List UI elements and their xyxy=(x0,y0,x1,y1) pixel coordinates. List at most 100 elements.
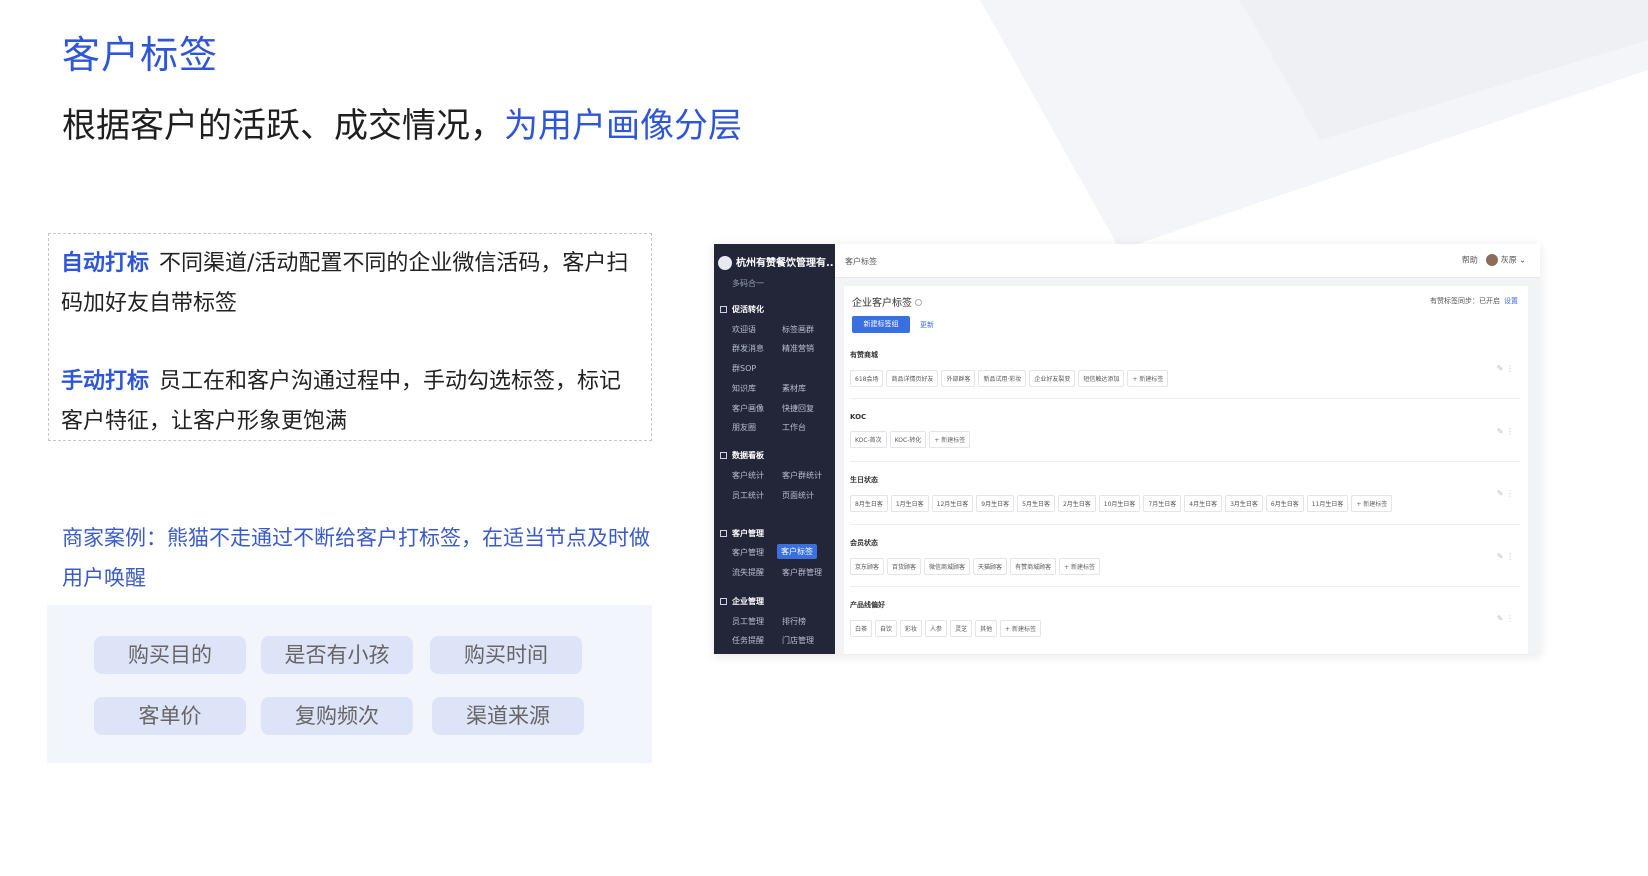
brand-subtitle: 多码合一 xyxy=(732,279,764,288)
group-actions: ✎ ⋮ xyxy=(1497,427,1514,436)
new-tag-group-button[interactable]: 新建标签组 xyxy=(852,316,910,333)
tag-item[interactable]: 自饮 xyxy=(875,620,898,637)
sidebar-item[interactable]: 客户群管理 xyxy=(782,567,822,578)
section-icon xyxy=(720,530,727,537)
subtitle-main: 根据客户的活跃、成交情况， xyxy=(62,106,504,146)
edit-icon[interactable]: ✎ xyxy=(1497,552,1504,561)
sidebar-item[interactable]: 门店管理 xyxy=(782,635,814,646)
edit-icon[interactable]: ✎ xyxy=(1497,489,1504,498)
tag-item[interactable]: 短信触达添加 xyxy=(1078,370,1125,387)
tag-item[interactable]: 人参 xyxy=(925,620,948,637)
brand-name: 杭州有赞餐饮管理有... xyxy=(736,258,834,269)
avatar[interactable] xyxy=(1485,254,1498,266)
sync-settings-link[interactable]: 设置 xyxy=(1504,297,1518,305)
tag-item[interactable]: 10月生日客 xyxy=(1098,495,1141,512)
sidebar-item-customer-tags[interactable]: 客户标签 xyxy=(777,544,817,559)
tag-item[interactable]: 京东顾客 xyxy=(850,558,885,575)
sidebar-item[interactable]: 知识库 xyxy=(732,383,756,394)
subtitle-highlight: 为用户画像分层 xyxy=(504,106,742,146)
tag-item[interactable]: 1月生日客 xyxy=(890,495,929,512)
tag-item[interactable]: 9月生日客 xyxy=(976,495,1015,512)
auto-tagging-label: 自动打标 xyxy=(61,251,150,276)
sidebar-item[interactable]: 客户管理 xyxy=(732,547,764,558)
edit-icon[interactable]: ✎ xyxy=(1497,427,1504,436)
sidebar-item[interactable]: 页面统计 xyxy=(782,490,814,501)
tag-item[interactable]: 4月生日客 xyxy=(1184,495,1223,512)
drag-handle-icon[interactable]: ⋮ xyxy=(1506,614,1514,623)
edit-icon[interactable]: ✎ xyxy=(1497,364,1504,373)
tag-example-panel: 购买目的 是否有小孩 购买时间 客单价 复购频次 渠道来源 xyxy=(47,605,652,763)
add-tag-button[interactable]: + 新建标签 xyxy=(1351,495,1393,512)
drag-handle-icon[interactable]: ⋮ xyxy=(1506,552,1514,561)
tag-item[interactable]: 天猫顾客 xyxy=(973,558,1008,575)
help-link[interactable]: 帮助 xyxy=(1462,256,1478,265)
tag-item[interactable]: 3月生日客 xyxy=(1225,495,1263,512)
sidebar-item[interactable]: 流失提醒 xyxy=(732,567,764,578)
tag-item[interactable]: 618会场 xyxy=(850,370,884,387)
divider xyxy=(850,461,1520,462)
tag-item[interactable]: 7月生日客 xyxy=(1143,495,1182,512)
tag-item[interactable]: 2月生日客 xyxy=(1057,495,1096,512)
tag-item[interactable]: 6月生日客 xyxy=(1265,495,1304,512)
sidebar-item[interactable]: 欢迎语 xyxy=(732,324,756,335)
tag-item[interactable]: 白茶 xyxy=(850,620,873,637)
edit-icon[interactable]: ✎ xyxy=(1497,614,1504,623)
sidebar-item[interactable]: 排行榜 xyxy=(782,616,806,627)
tag-item[interactable]: 灵芝 xyxy=(950,620,973,637)
sidebar-item[interactable]: 客户统计 xyxy=(732,470,764,481)
sidebar-item[interactable]: 客户群统计 xyxy=(782,470,822,481)
tag-chip: 是否有小孩 xyxy=(261,636,413,674)
tag-item[interactable]: KOC-首次 xyxy=(850,431,887,448)
tag-group: KOC KOC-首次 KOC-转化 + 新建标签 ✎ ⋮ xyxy=(850,413,1522,448)
tag-item[interactable]: 企业好友裂变 xyxy=(1029,370,1076,387)
tag-item[interactable]: 微信商城顾客 xyxy=(924,558,971,575)
tag-item[interactable]: 11月生日客 xyxy=(1306,495,1349,512)
sidebar-item[interactable]: 任务提醒 xyxy=(732,635,764,646)
tag-item[interactable]: 彩妆 xyxy=(900,620,923,637)
add-tag-button[interactable]: + 新建标签 xyxy=(1000,620,1042,637)
tag-item[interactable]: 百货顾客 xyxy=(887,558,922,575)
sidebar-item[interactable]: 客户画像 xyxy=(732,403,764,414)
help-icon[interactable] xyxy=(915,299,922,306)
sync-status-text: 有赞标签同步：已开启 xyxy=(1430,297,1500,305)
chevron-down-icon[interactable]: ⌄ xyxy=(1519,256,1526,265)
group-actions: ✎ ⋮ xyxy=(1497,552,1514,561)
tag-item[interactable]: 外部群客 xyxy=(941,370,976,387)
tag-item[interactable]: 其他 xyxy=(975,620,998,637)
tag-list: KOC-首次 KOC-转化 + 新建标签 xyxy=(850,427,1522,448)
sidebar-item[interactable]: 快捷回复 xyxy=(782,403,814,414)
page-subtitle: 根据客户的活跃、成交情况，为用户画像分层 xyxy=(62,98,742,147)
tag-list: 8月生日客 1月生日客 12月生日客 9月生日客 5月生日客 2月生日客 10月生日客 7月生… xyxy=(850,491,1522,512)
tag-item[interactable]: 商品详情页好友 xyxy=(886,370,939,387)
drag-handle-icon[interactable]: ⋮ xyxy=(1506,489,1514,498)
sidebar-item[interactable]: 员工统计 xyxy=(732,490,764,501)
sidebar-item[interactable]: 群发消息 xyxy=(732,343,764,354)
add-tag-button[interactable]: + 新建标签 xyxy=(1059,558,1101,575)
add-tag-button[interactable]: + 新建标签 xyxy=(929,431,971,448)
tag-item[interactable]: 8月生日客 xyxy=(850,495,888,512)
sidebar-item[interactable]: 标签画群 xyxy=(782,324,814,335)
divider xyxy=(850,524,1520,525)
sidebar-item[interactable]: 群SOP xyxy=(732,363,756,374)
tag-item[interactable]: 新品试用·彩妆 xyxy=(978,370,1027,387)
refresh-link[interactable]: 更新 xyxy=(920,320,934,330)
add-tag-button[interactable]: + 新建标签 xyxy=(1127,370,1169,387)
brand[interactable]: 杭州有赞餐饮管理有... xyxy=(718,254,834,270)
sidebar-item[interactable]: 精准营销 xyxy=(782,343,814,354)
sidebar-item[interactable]: 素材库 xyxy=(782,383,806,394)
tag-group: 有赞商城 618会场 商品详情页好友 外部群客 新品试用·彩妆 企业好友裂变 短信触达添加… xyxy=(850,350,1522,387)
tag-item[interactable]: KOC-转化 xyxy=(889,431,927,448)
user-name[interactable]: 灰原 xyxy=(1501,256,1517,265)
content-title: 企业客户标签 xyxy=(852,294,922,309)
sidebar-item[interactable]: 工作台 xyxy=(782,422,806,433)
sidebar: 杭州有赞餐饮管理有... 多码合一 促活转化 欢迎语 标签画群 群发消息 精准营… xyxy=(714,244,835,654)
drag-handle-icon[interactable]: ⋮ xyxy=(1506,427,1514,436)
drag-handle-icon[interactable]: ⋮ xyxy=(1506,364,1514,373)
tag-item[interactable]: 5月生日客 xyxy=(1017,495,1055,512)
tag-item[interactable]: 12月生日客 xyxy=(931,495,974,512)
sidebar-item[interactable]: 朋友圈 xyxy=(732,422,756,433)
tag-item[interactable]: 有赞商城顾客 xyxy=(1010,558,1057,575)
manual-tagging-paragraph: 手动打标 员工在和客户沟通过程中，手动勾选标签，标记客户特征，让客户形象更饱满 xyxy=(61,362,639,442)
auto-tagging-paragraph: 自动打标 不同渠道/活动配置不同的企业微信活码，客户扫码加好友自带标签 xyxy=(61,244,639,324)
sidebar-item[interactable]: 员工管理 xyxy=(732,616,764,627)
